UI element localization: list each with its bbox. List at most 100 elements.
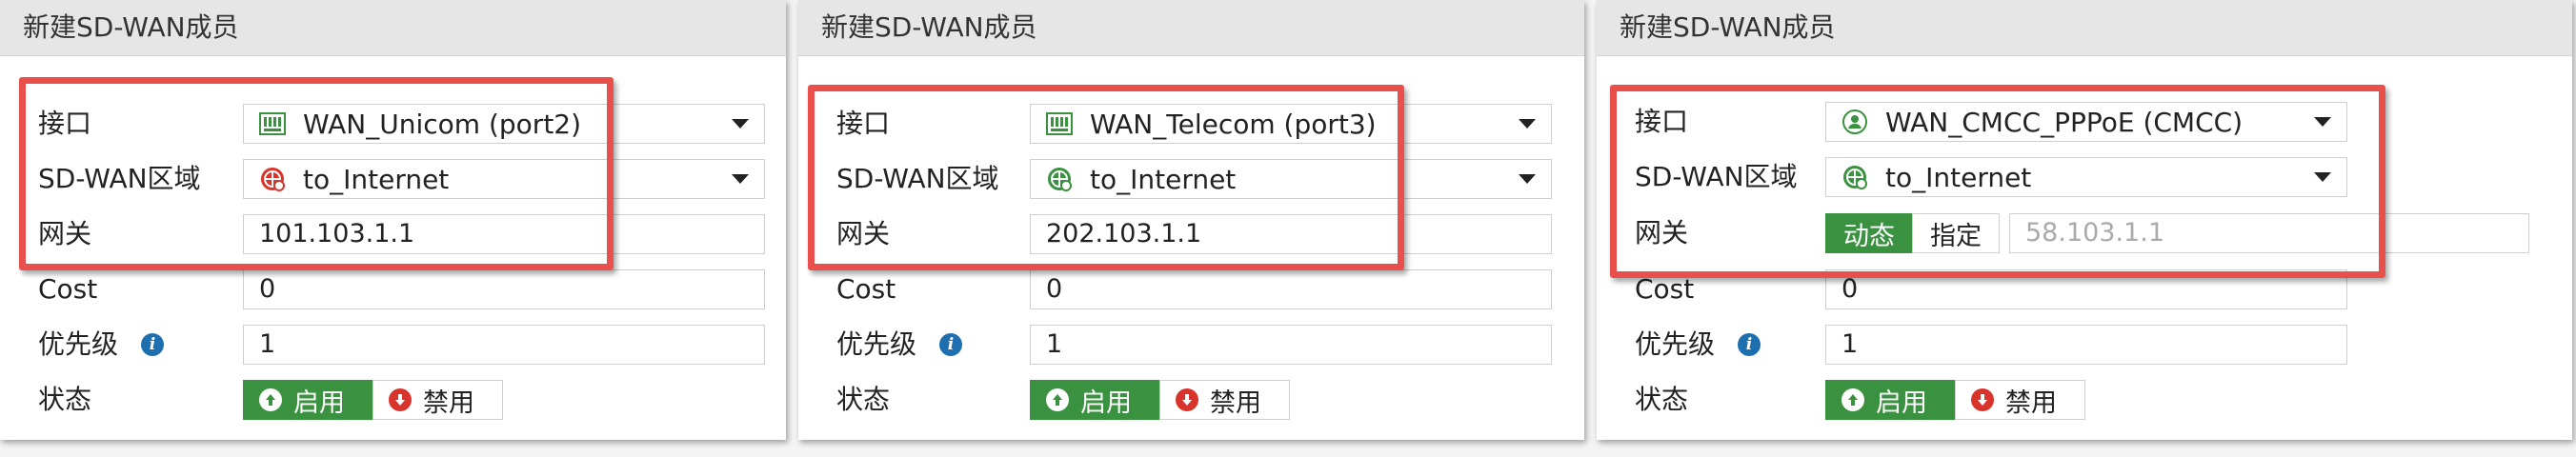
chevron-down-icon[interactable]	[1519, 174, 1536, 184]
disable-button[interactable]: 禁用	[1159, 380, 1290, 420]
priority-input[interactable]: 1	[1030, 325, 1552, 365]
cost-label: Cost	[836, 273, 896, 305]
interface-label: 接口	[38, 108, 92, 139]
priority-label: 优先级	[836, 328, 917, 360]
interface-label: 接口	[1635, 106, 1689, 137]
panel-title: 新建SD-WAN成员	[1597, 0, 2572, 56]
disable-button[interactable]: 禁用	[1955, 380, 2085, 420]
priority-row: 优先级 i 1	[0, 321, 786, 368]
gateway-row: 网关 202.103.1.1	[798, 210, 1584, 258]
arrow-down-circle-icon	[1971, 388, 1994, 411]
enable-button[interactable]: 启用	[1030, 380, 1160, 420]
zone-row: SD-WAN区域 to_Internet	[798, 155, 1584, 203]
priority-label: 优先级	[38, 328, 119, 360]
interface-row: 接口 WAN_Unicom (port2)	[0, 100, 786, 148]
cost-input[interactable]: 0	[1030, 269, 1552, 309]
gateway-label: 网关	[1635, 217, 1689, 248]
gateway-input[interactable]: 101.103.1.1	[243, 214, 765, 254]
info-icon[interactable]: i	[939, 333, 963, 356]
enable-label: 启用	[1080, 387, 1132, 418]
gateway-label: 网关	[836, 218, 891, 249]
priority-label: 优先级	[1635, 328, 1716, 360]
cost-label: Cost	[38, 273, 98, 305]
sdwan-member-panel-3: 新建SD-WAN成员 接口 WAN_CMCC_PPPoE (CMCC) SD-W…	[1597, 0, 2572, 440]
sdwan-zone-icon	[1841, 164, 1868, 190]
info-icon[interactable]: i	[1738, 333, 1761, 356]
enable-label: 启用	[293, 387, 345, 418]
arrow-up-circle-icon	[259, 388, 282, 411]
interface-row: 接口 WAN_Telecom (port3)	[798, 100, 1584, 148]
panel-title: 新建SD-WAN成员	[798, 0, 1584, 56]
priority-row: 优先级 i 1	[1597, 321, 2572, 368]
arrow-down-circle-icon	[1176, 388, 1198, 411]
disable-label: 禁用	[423, 387, 474, 418]
pppoe-user-icon	[1841, 109, 1868, 135]
priority-label-wrap: 优先级 i	[1635, 321, 1761, 368]
gateway-row: 网关 101.103.1.1	[0, 210, 786, 258]
interface-select[interactable]: WAN_Telecom (port3)	[1030, 104, 1552, 144]
zone-value: to_Internet	[1885, 161, 2032, 193]
interface-value: WAN_CMCC_PPPoE (CMCC)	[1885, 106, 2244, 138]
zone-select[interactable]: to_Internet	[243, 159, 765, 199]
gateway-specify-button[interactable]: 指定	[1912, 213, 2000, 253]
sdwan-zone-icon	[259, 166, 286, 192]
status-label: 状态	[38, 384, 92, 415]
enable-button[interactable]: 启用	[243, 380, 373, 420]
status-row: 状态 启用 禁用	[1597, 376, 2572, 424]
zone-select[interactable]: to_Internet	[1030, 159, 1552, 199]
interface-select[interactable]: WAN_CMCC_PPPoE (CMCC)	[1825, 102, 2347, 142]
enable-button[interactable]: 启用	[1825, 380, 1956, 420]
interface-label: 接口	[836, 108, 891, 139]
zone-row: SD-WAN区域 to_Internet	[1597, 153, 2572, 201]
cost-row: Cost 0	[798, 266, 1584, 313]
gateway-input: 58.103.1.1	[2009, 213, 2529, 253]
gateway-dynamic-button[interactable]: 动态	[1825, 213, 1913, 253]
cost-input[interactable]: 0	[1825, 269, 2347, 309]
priority-input[interactable]: 1	[1825, 325, 2347, 365]
arrow-down-circle-icon	[389, 388, 412, 411]
priority-row: 优先级 i 1	[798, 321, 1584, 368]
disable-label: 禁用	[1210, 387, 1261, 418]
chevron-down-icon[interactable]	[732, 174, 749, 184]
priority-label-wrap: 优先级 i	[836, 321, 963, 368]
chevron-down-icon[interactable]	[732, 119, 749, 129]
zone-label: SD-WAN区域	[1635, 161, 1798, 192]
zone-label: SD-WAN区域	[38, 163, 201, 194]
cost-label: Cost	[1635, 273, 1695, 305]
interface-value: WAN_Unicom (port2)	[303, 108, 582, 140]
arrow-up-circle-icon	[1841, 388, 1864, 411]
sdwan-zone-icon	[1046, 166, 1073, 192]
zone-row: SD-WAN区域 to_Internet	[0, 155, 786, 203]
ethernet-port-icon	[259, 110, 286, 137]
ethernet-port-icon	[1046, 110, 1073, 137]
arrow-up-circle-icon	[1046, 388, 1069, 411]
cost-row: Cost 0	[1597, 266, 2572, 313]
disable-button[interactable]: 禁用	[372, 380, 503, 420]
cost-input[interactable]: 0	[243, 269, 765, 309]
cost-row: Cost 0	[0, 266, 786, 313]
priority-input[interactable]: 1	[243, 325, 765, 365]
status-row: 状态 启用 禁用	[798, 376, 1584, 424]
gateway-label: 网关	[38, 218, 92, 249]
interface-value: WAN_Telecom (port3)	[1090, 108, 1377, 140]
chevron-down-icon[interactable]	[2314, 172, 2331, 182]
interface-select[interactable]: WAN_Unicom (port2)	[243, 104, 765, 144]
zone-value: to_Internet	[1090, 163, 1237, 195]
status-label: 状态	[1635, 384, 1689, 415]
zone-select[interactable]: to_Internet	[1825, 157, 2347, 197]
info-icon[interactable]: i	[141, 333, 165, 356]
status-row: 状态 启用 禁用	[0, 376, 786, 424]
gateway-row: 网关 动态 指定 58.103.1.1	[1597, 209, 2572, 257]
chevron-down-icon[interactable]	[2314, 117, 2331, 127]
panel-title: 新建SD-WAN成员	[0, 0, 786, 56]
disable-label: 禁用	[2005, 387, 2057, 418]
chevron-down-icon[interactable]	[1519, 119, 1536, 129]
priority-label-wrap: 优先级 i	[38, 321, 165, 368]
gateway-input[interactable]: 202.103.1.1	[1030, 214, 1552, 254]
zone-value: to_Internet	[303, 163, 450, 195]
zone-label: SD-WAN区域	[836, 163, 999, 194]
sdwan-member-panel-1: 新建SD-WAN成员 接口 WAN_Unicom (port2) SD-WAN区…	[0, 0, 786, 440]
interface-row: 接口 WAN_CMCC_PPPoE (CMCC)	[1597, 98, 2572, 146]
status-label: 状态	[836, 384, 891, 415]
enable-label: 启用	[1876, 387, 1927, 418]
